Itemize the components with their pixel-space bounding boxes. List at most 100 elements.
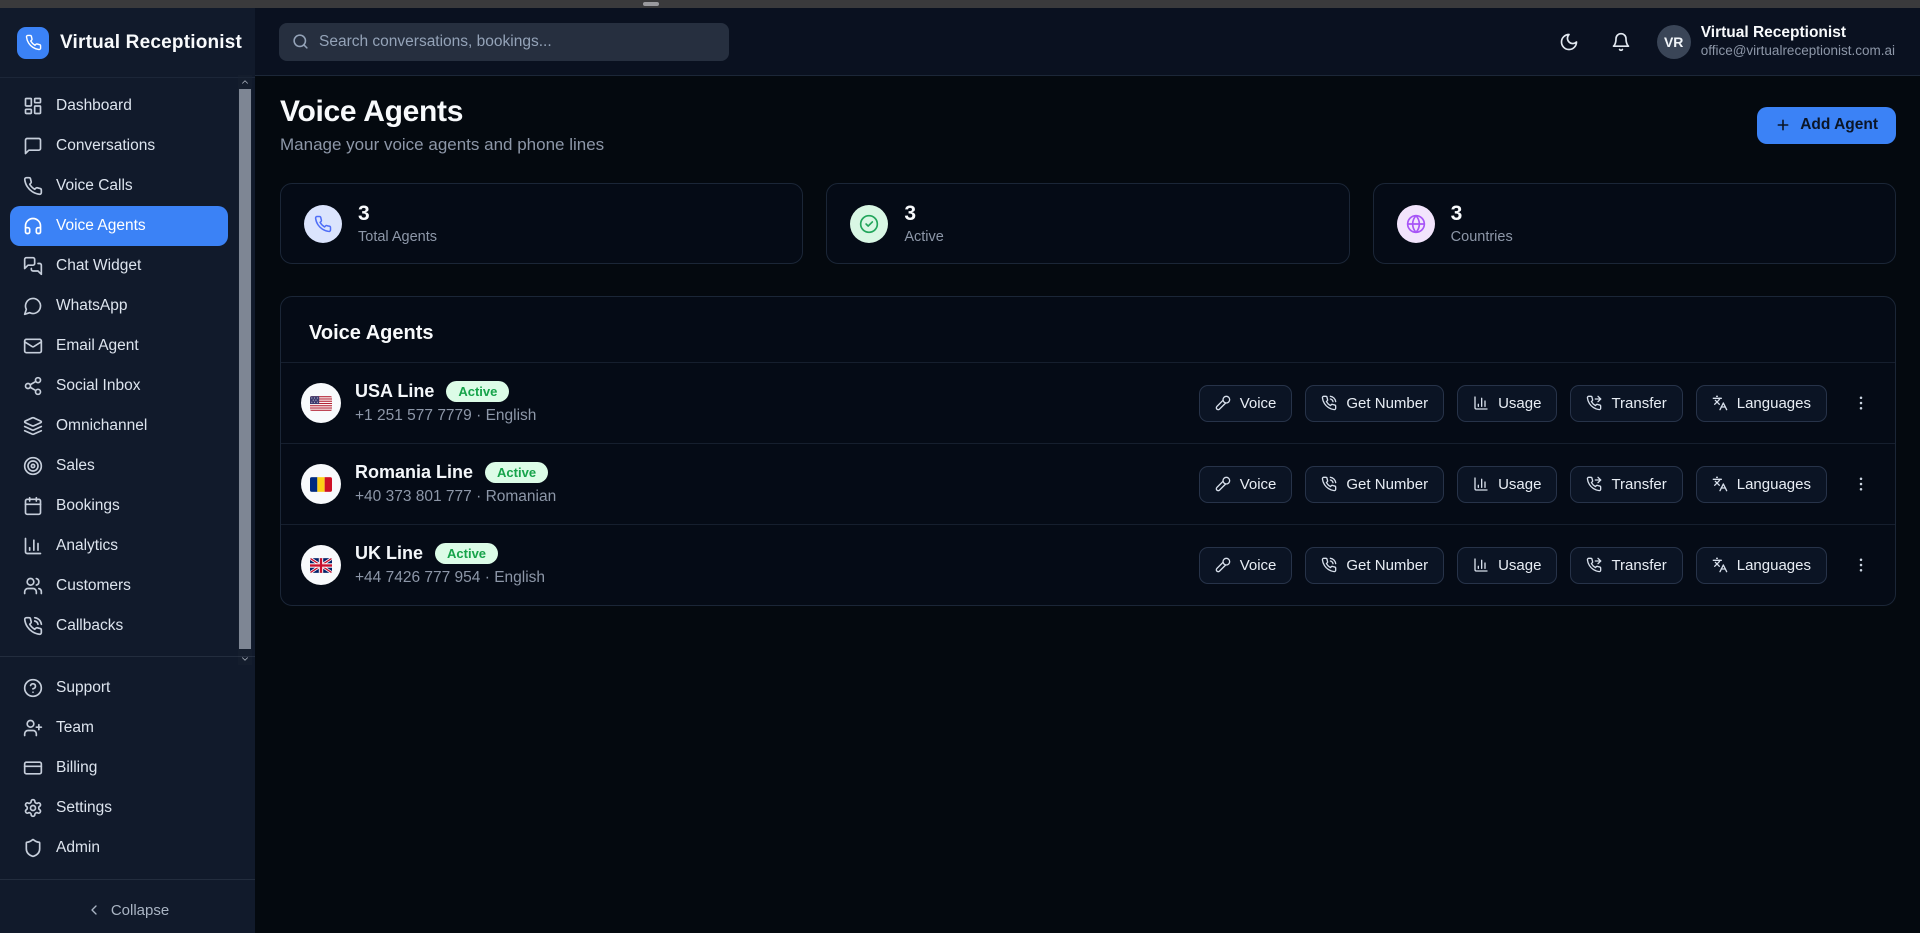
agent-details: +40 373 801 777 · Romanian [355,488,556,506]
sidebar-item-social-inbox[interactable]: Social Inbox [10,366,228,406]
sidebar-item-label: Conversations [56,137,155,155]
social-inbox-icon [23,376,43,396]
voice-button[interactable]: Voice [1199,466,1293,503]
search-box[interactable] [279,23,729,61]
collapse-label: Collapse [111,902,169,919]
theme-toggle-button[interactable] [1555,28,1583,56]
callbacks-icon [23,616,43,636]
more-options-button[interactable] [1847,385,1875,422]
sidebar-item-email-agent[interactable]: Email Agent [10,326,228,366]
sidebar-item-conversations[interactable]: Conversations [10,126,228,166]
sidebar-item-callbacks[interactable]: Callbacks [10,606,228,646]
languages-button[interactable]: Languages [1696,466,1827,503]
languages-button[interactable]: Languages [1696,547,1827,584]
customers-icon [23,576,43,596]
sidebar-item-customers[interactable]: Customers [10,566,228,606]
sidebar-item-label: Email Agent [56,337,139,355]
sidebar-item-label: Settings [56,799,112,817]
main-content: Voice Agents Manage your voice agents an… [255,76,1920,933]
romania-flag-icon [301,464,341,504]
admin-icon [23,838,43,858]
stat-value: 3 [904,202,944,225]
sidebar-item-support[interactable]: Support [10,668,228,708]
sidebar-item-label: Admin [56,839,100,857]
search-input[interactable] [319,33,716,51]
page-subtitle: Manage your voice agents and phone lines [280,135,604,155]
more-options-button[interactable] [1847,466,1875,503]
usage-button[interactable]: Usage [1457,385,1557,422]
sales-icon [23,456,43,476]
collapse-button[interactable]: Collapse [0,888,255,932]
sidebar-item-voice-agents[interactable]: Voice Agents [10,206,228,246]
usa-flag-icon [301,383,341,423]
sidebar-item-voice-calls[interactable]: Voice Calls [10,166,228,206]
sidebar-item-label: Voice Agents [56,217,146,235]
sidebar-item-sales[interactable]: Sales [10,446,228,486]
voice-button[interactable]: Voice [1199,385,1293,422]
voice-agents-panel: Voice Agents USA Line Active +1 251 577 … [280,296,1896,606]
usage-button[interactable]: Usage [1457,466,1557,503]
agent-name: USA Line [355,381,434,402]
sidebar-item-label: WhatsApp [56,297,128,315]
sidebar-scrollbar[interactable] [238,75,252,665]
scrollbar-thumb[interactable] [239,89,251,649]
sidebar-item-label: Chat Widget [56,257,141,275]
sidebar-item-omnichannel[interactable]: Omnichannel [10,406,228,446]
sidebar-item-billing[interactable]: Billing [10,748,228,788]
scroll-down-icon[interactable] [238,652,252,665]
settings-icon [23,798,43,818]
panel-title: Voice Agents [281,297,1895,362]
languages-button[interactable]: Languages [1696,385,1827,422]
whatsapp-icon [23,296,43,316]
sidebar-item-team[interactable]: Team [10,708,228,748]
agent-row-uk-line: UK Line Active +44 7426 777 954 · Englis… [281,524,1895,605]
transfer-button[interactable]: Transfer [1570,547,1682,584]
agent-info: UK Line Active +44 7426 777 954 · Englis… [355,543,545,587]
scroll-up-icon[interactable] [238,75,252,88]
sidebar-item-chat-widget[interactable]: Chat Widget [10,246,228,286]
sidebar-item-label: Social Inbox [56,377,140,395]
chat-widget-icon [23,256,43,276]
agent-details: +44 7426 777 954 · English [355,569,545,587]
add-agent-button[interactable]: Add Agent [1757,107,1896,144]
voice-calls-icon [23,176,43,196]
stat-label: Countries [1451,229,1513,245]
agent-actions: Voice Get Number Usage Transfer Language… [1199,466,1875,503]
agent-name: UK Line [355,543,423,564]
user-meta: Virtual Receptionist office@virtualrecep… [1701,23,1895,60]
sidebar-item-label: Billing [56,759,97,777]
get-number-button[interactable]: Get Number [1305,466,1444,503]
team-icon [23,718,43,738]
get-number-button[interactable]: Get Number [1305,385,1444,422]
agent-actions: Voice Get Number Usage Transfer Language… [1199,385,1875,422]
user-name: Virtual Receptionist [1701,23,1895,42]
stat-value: 3 [1451,202,1513,225]
topbar: VR Virtual Receptionist office@virtualre… [255,8,1920,76]
sidebar-item-bookings[interactable]: Bookings [10,486,228,526]
user-email: office@virtualreceptionist.com.ai [1701,43,1895,60]
sidebar-item-settings[interactable]: Settings [10,788,228,828]
stat-card-total-agents: 3 Total Agents [280,183,803,264]
agent-name: Romania Line [355,462,473,483]
sidebar-item-whatsapp[interactable]: WhatsApp [10,286,228,326]
transfer-button[interactable]: Transfer [1570,385,1682,422]
get-number-button[interactable]: Get Number [1305,547,1444,584]
transfer-button[interactable]: Transfer [1570,466,1682,503]
phone-icon [304,205,342,243]
more-options-button[interactable] [1847,547,1875,584]
check-circle-icon [850,205,888,243]
sidebar-item-label: Analytics [56,537,118,555]
notifications-button[interactable] [1607,28,1635,56]
sidebar: Virtual Receptionist Dashboard Conversat… [0,8,255,933]
support-icon [23,678,43,698]
voice-button[interactable]: Voice [1199,547,1293,584]
status-badge: Active [435,543,498,564]
sidebar-item-analytics[interactable]: Analytics [10,526,228,566]
avatar[interactable]: VR [1657,25,1691,59]
sidebar-item-label: Customers [56,577,131,595]
topbar-right: VR Virtual Receptionist office@virtualre… [1555,23,1895,60]
usage-button[interactable]: Usage [1457,547,1557,584]
sidebar-item-dashboard[interactable]: Dashboard [10,86,228,126]
sidebar-item-admin[interactable]: Admin [10,828,228,868]
sidebar-item-label: Team [56,719,94,737]
